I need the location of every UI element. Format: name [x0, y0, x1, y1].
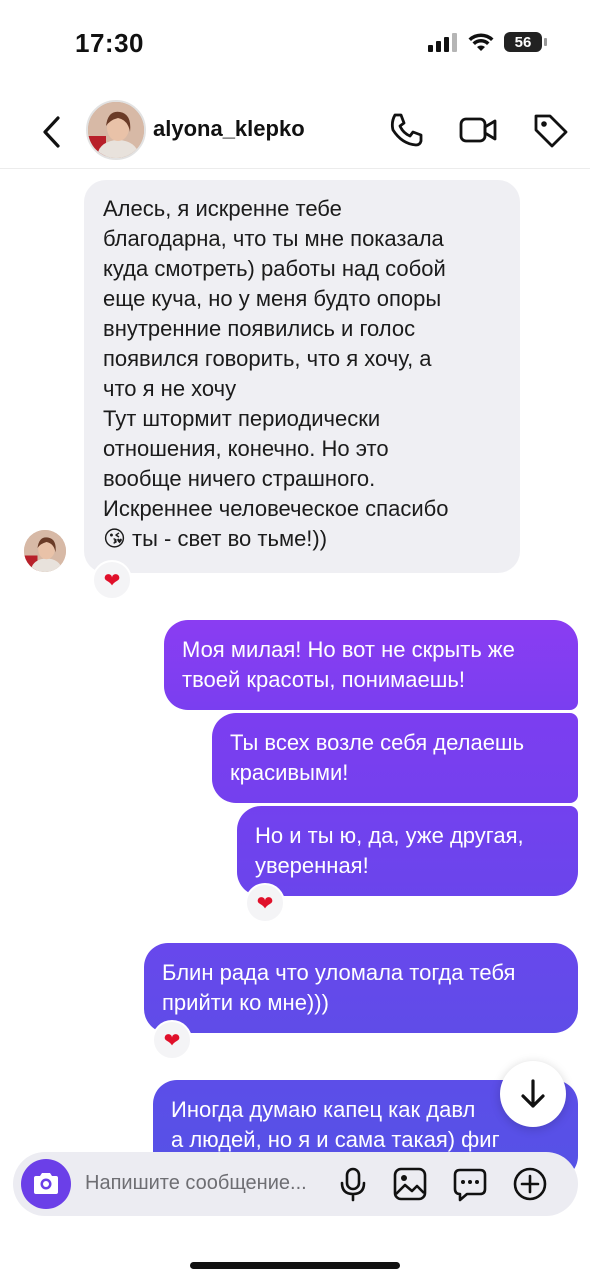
wifi-icon — [468, 33, 494, 51]
status-time: 17:30 — [75, 28, 144, 58]
chat-username[interactable]: alyona_klepko — [153, 116, 305, 142]
battery-indicator: 56 — [504, 32, 547, 52]
message-text: Тут штормит периодически отношения, коне… — [103, 406, 449, 551]
heart-reaction[interactable]: ❤ — [245, 883, 285, 923]
gallery-icon[interactable] — [392, 1166, 428, 1202]
home-indicator — [190, 1262, 400, 1269]
message-incoming[interactable]: Алесь, я искренне тебе благодарна, что т… — [84, 180, 520, 573]
back-arrow-icon[interactable] — [34, 112, 74, 152]
camera-icon — [34, 1173, 58, 1194]
status-indicators: 56 — [428, 32, 547, 52]
arrow-down-icon — [521, 1079, 545, 1108]
message-outgoing[interactable]: Ты всех возле себя делаешь красивыми! — [212, 713, 578, 803]
signal-icon — [428, 33, 457, 52]
microphone-icon[interactable] — [335, 1166, 371, 1202]
video-call-icon[interactable] — [458, 110, 498, 150]
sticker-chat-icon[interactable] — [452, 1166, 488, 1202]
scroll-down-button[interactable] — [500, 1061, 566, 1127]
camera-button[interactable] — [21, 1159, 71, 1209]
phone-icon[interactable] — [386, 110, 426, 150]
message-composer: Напишите сообщение... — [13, 1152, 578, 1216]
message-outgoing[interactable]: Но и ты ю, да, уже другая, уверенная! — [237, 806, 578, 896]
message-outgoing[interactable]: Моя милая! Но вот не скрыть же твоей кра… — [164, 620, 578, 710]
message-outgoing[interactable]: Блин рада что уломала тогда тебя прийти … — [144, 943, 578, 1033]
chat-header: alyona_klepko — [0, 96, 590, 169]
sender-avatar[interactable] — [24, 530, 66, 572]
heart-reaction[interactable]: ❤ — [92, 560, 132, 600]
add-plus-icon[interactable] — [512, 1166, 548, 1202]
profile-photo — [88, 102, 144, 158]
message-text: Алесь, я искренне тебе благодарна, что т… — [103, 196, 446, 401]
avatar[interactable] — [86, 100, 146, 160]
message-input[interactable]: Напишите сообщение... — [85, 1172, 307, 1195]
heart-reaction[interactable]: ❤ — [152, 1020, 192, 1060]
tag-icon[interactable] — [530, 110, 570, 150]
profile-photo — [24, 530, 66, 572]
